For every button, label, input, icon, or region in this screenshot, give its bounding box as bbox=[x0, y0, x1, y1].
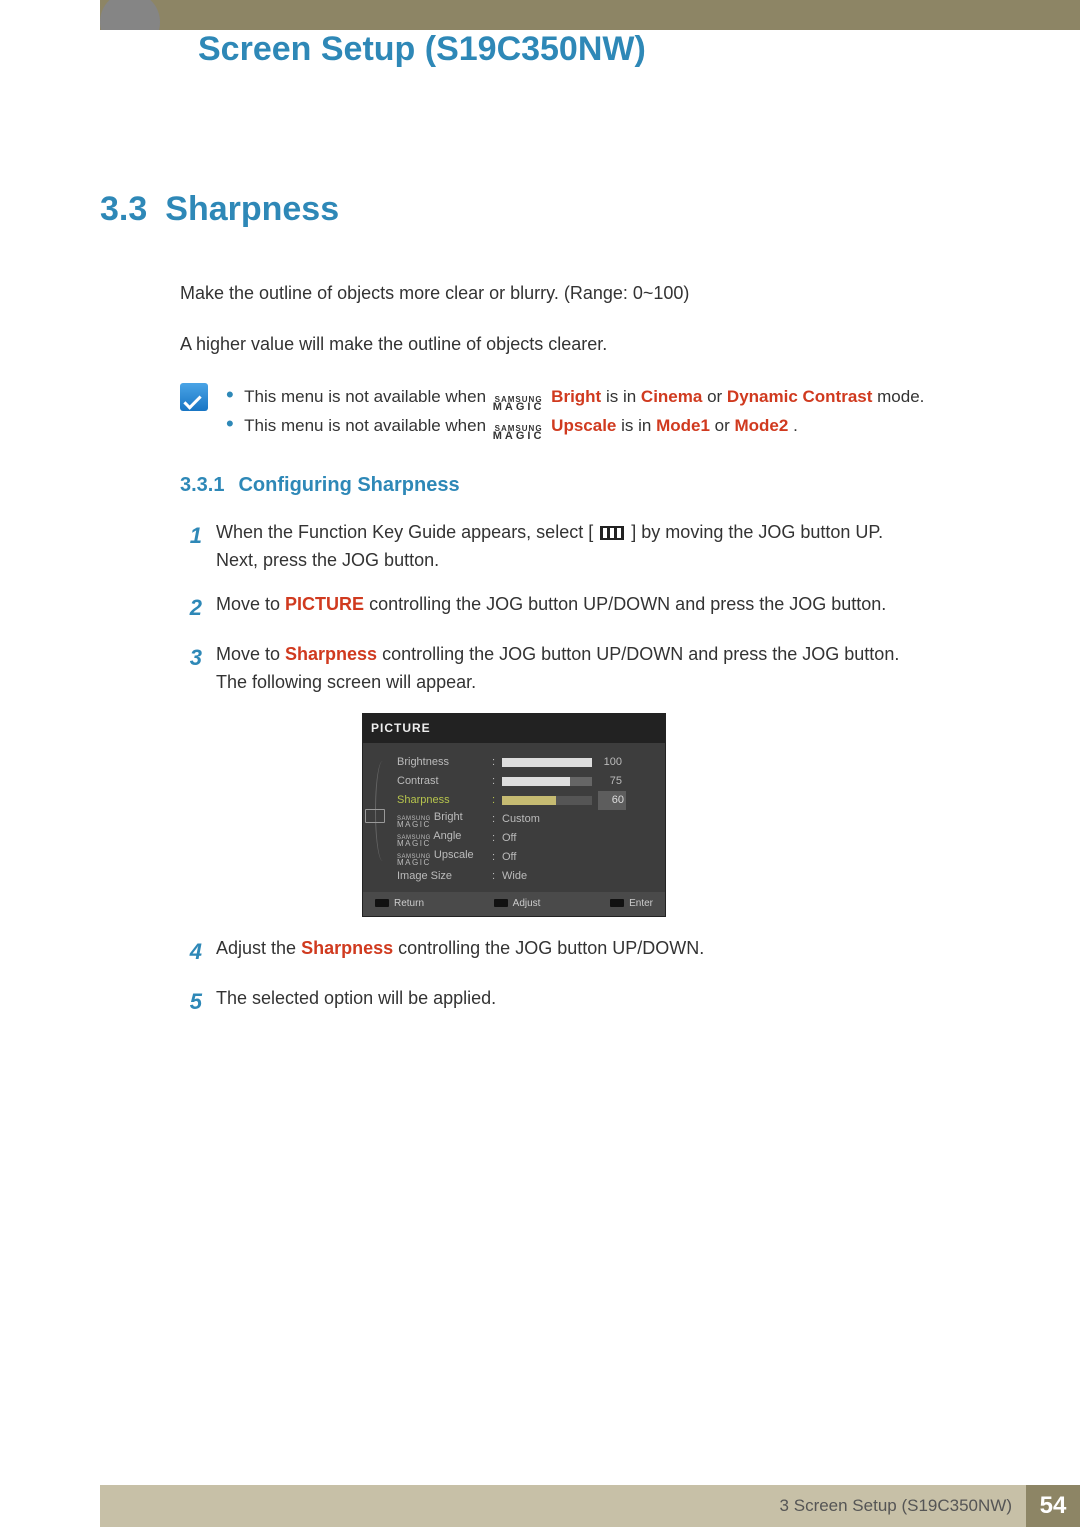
bracket-right: ] bbox=[631, 522, 636, 542]
step-number: 5 bbox=[180, 985, 202, 1019]
note1-mode2: Dynamic Contrast bbox=[727, 387, 872, 406]
menu-icon bbox=[600, 526, 624, 540]
footer-left-pad bbox=[0, 1485, 100, 1527]
section-title: Sharpness bbox=[165, 190, 339, 229]
osd-slider-selected bbox=[502, 796, 592, 805]
osd-row-image-size: Image Size : Wide bbox=[375, 867, 651, 886]
step-number: 3 bbox=[180, 641, 202, 697]
subsection-title: Configuring Sharpness bbox=[238, 469, 459, 501]
osd-side-menu-icon bbox=[365, 809, 385, 823]
osd-foot-adjust: Adjust bbox=[494, 896, 541, 912]
keyword-picture: PICTURE bbox=[285, 594, 364, 614]
step-body: Adjust the Sharpness controlling the JOG… bbox=[216, 935, 990, 969]
osd-slider bbox=[502, 777, 592, 786]
step-4: 4 Adjust the Sharpness controlling the J… bbox=[180, 935, 990, 969]
intro-paragraph-2: A higher value will make the outline of … bbox=[180, 330, 990, 359]
osd-row-magic-bright: SAMSUNG MAGIC Bright : Custom bbox=[375, 810, 651, 829]
step-body: The selected option will be applied. bbox=[216, 985, 990, 1019]
section-number: 3.3 bbox=[100, 190, 147, 229]
footer-chapter: 3 Screen Setup (S19C350NW) bbox=[780, 1496, 1012, 1516]
step-number: 4 bbox=[180, 935, 202, 969]
note-icon bbox=[180, 383, 208, 411]
page: Screen Setup (S19C350NW) 3.3 Sharpness M… bbox=[0, 0, 1080, 1527]
bullet-icon: • bbox=[226, 382, 234, 407]
step-5: 5 The selected option will be applied. bbox=[180, 985, 990, 1019]
osd-row-brightness: Brightness : 100 bbox=[375, 753, 651, 772]
osd-row-magic-angle: SAMSUNG MAGIC Angle : Off bbox=[375, 829, 651, 848]
note-item-2: • This menu is not available when SAMSUN… bbox=[226, 412, 990, 441]
footer-bar: 3 Screen Setup (S19C350NW) 54 bbox=[100, 1485, 1080, 1527]
osd-title: PICTURE bbox=[363, 714, 665, 743]
step-number: 2 bbox=[180, 591, 202, 625]
bracket-left: [ bbox=[588, 522, 593, 542]
subsection-number: 3.3.1 bbox=[180, 469, 224, 501]
bullet-icon: • bbox=[226, 411, 234, 436]
chapter-title: Screen Setup (S19C350NW) bbox=[198, 30, 646, 69]
note2-mode1: Mode1 bbox=[656, 416, 710, 435]
step-1: 1 When the Function Key Guide appears, s… bbox=[180, 519, 990, 575]
osd-row-magic-upscale: SAMSUNG MAGIC Upscale : Off bbox=[375, 848, 651, 867]
step-body: Move to PICTURE controlling the JOG butt… bbox=[216, 591, 990, 625]
samsung-magic-logo: SAMSUNG MAGIC bbox=[397, 855, 431, 867]
note-list: • This menu is not available when SAMSUN… bbox=[226, 383, 990, 441]
keyword-sharpness: Sharpness bbox=[301, 938, 393, 958]
note-item-1: • This menu is not available when SAMSUN… bbox=[226, 383, 990, 412]
step-body: When the Function Key Guide appears, sel… bbox=[216, 519, 990, 575]
content: 3.3 Sharpness Make the outline of object… bbox=[100, 190, 990, 1035]
note1-mode1: Cinema bbox=[641, 387, 702, 406]
header-left-pad bbox=[0, 0, 100, 30]
samsung-magic-logo: SAMSUNG MAGIC bbox=[493, 397, 545, 412]
note2-pre: This menu is not available when bbox=[244, 416, 491, 435]
note1-feature: Bright bbox=[551, 387, 601, 406]
osd-body: Brightness : 100 Contrast : bbox=[363, 743, 665, 892]
page-number: 54 bbox=[1026, 1485, 1080, 1527]
keyword-sharpness: Sharpness bbox=[285, 644, 377, 664]
section-header: 3.3 Sharpness bbox=[100, 190, 990, 229]
header-bar bbox=[0, 0, 1080, 30]
step-body: Move to Sharpness controlling the JOG bu… bbox=[216, 641, 990, 697]
step-2: 2 Move to PICTURE controlling the JOG bu… bbox=[180, 591, 990, 625]
osd-row-sharpness-selected: Sharpness : 60 bbox=[375, 791, 651, 810]
note-box: • This menu is not available when SAMSUN… bbox=[180, 383, 990, 441]
step-3: 3 Move to Sharpness controlling the JOG … bbox=[180, 641, 990, 697]
osd-panel: PICTURE Brightness : 100 bbox=[362, 713, 666, 917]
subsection-header: 3.3.1 Configuring Sharpness bbox=[180, 469, 990, 501]
osd-row-contrast: Contrast : 75 bbox=[375, 772, 651, 791]
osd-foot-enter: Enter bbox=[610, 896, 653, 912]
note1-pre: This menu is not available when bbox=[244, 387, 491, 406]
osd-slider bbox=[502, 758, 592, 767]
steps-list: 1 When the Function Key Guide appears, s… bbox=[180, 519, 990, 1019]
section-body: Make the outline of objects more clear o… bbox=[180, 279, 990, 1019]
samsung-magic-logo: SAMSUNG MAGIC bbox=[493, 426, 545, 441]
chapter-badge bbox=[100, 0, 160, 52]
osd-footer: Return Adjust Enter bbox=[363, 892, 665, 916]
note2-feature: Upscale bbox=[551, 416, 616, 435]
footer: 3 Screen Setup (S19C350NW) 54 bbox=[0, 1485, 1080, 1527]
intro-paragraph-1: Make the outline of objects more clear o… bbox=[180, 279, 990, 308]
osd-foot-return: Return bbox=[375, 896, 424, 912]
note2-mode2: Mode2 bbox=[735, 416, 789, 435]
step-number: 1 bbox=[180, 519, 202, 575]
